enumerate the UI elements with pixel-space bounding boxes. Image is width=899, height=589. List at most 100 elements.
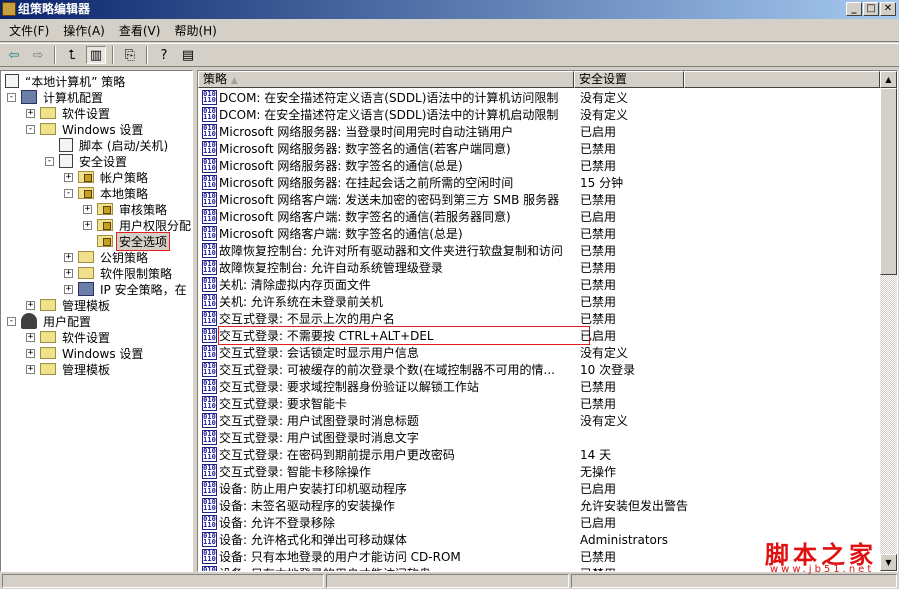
policy-icon: 010110	[202, 243, 217, 258]
action-pane-button[interactable]: ▤	[178, 46, 198, 64]
policy-icon: 010110	[202, 107, 217, 122]
column-policy-label: 策略	[203, 72, 228, 86]
tree-item[interactable]: 安全选项	[83, 231, 171, 251]
policy-icon: 010110	[202, 430, 217, 445]
tree-item-label: IP 安全策略，在	[100, 282, 187, 297]
expand-icon[interactable]: +	[83, 204, 92, 214]
tree-item[interactable]: - 计算机配置	[7, 89, 105, 105]
tree-item[interactable]: + 管理模板	[26, 361, 112, 377]
back-arrow-button[interactable]: ⇦	[4, 46, 24, 64]
expand-icon[interactable]: +	[26, 332, 35, 342]
policy-row[interactable]: 010 110 Microsoft 网络客户端: 数字签名的通信(若服务器同意) 已启…	[198, 208, 880, 225]
policy-name: 交互式登录: 不显示上次的用户名	[219, 312, 395, 326]
expand-icon[interactable]: +	[26, 300, 35, 310]
export-list-button[interactable]: ⎘	[120, 46, 140, 64]
tree-item[interactable]: “本地计算机” 策略	[5, 73, 127, 89]
close-button[interactable]: ✕	[880, 2, 896, 16]
policy-row[interactable]: 010 110 交互式登录: 不需要按 CTRL+ALT+DEL 已启用	[198, 326, 880, 345]
tree-item[interactable]: + 公钥策略	[64, 249, 150, 265]
menu-help[interactable]: 帮助(H)	[167, 22, 223, 39]
column-header-setting[interactable]: 安全设置	[574, 71, 684, 88]
minimize-button[interactable]: _	[846, 2, 862, 16]
policy-row[interactable]: 010 110 Microsoft 网络客户端: 数字签名的通信(总是) 已禁用	[198, 225, 880, 242]
tree-item[interactable]: - 安全设置	[45, 153, 129, 169]
tree-item[interactable]: + 用户权限分配	[83, 217, 192, 233]
policy-row[interactable]: 010 110 设备: 未签名驱动程序的安装操作 允许安装但发出警告	[198, 497, 880, 514]
collapse-icon[interactable]: -	[45, 156, 54, 166]
expand-icon[interactable]: +	[64, 172, 73, 182]
column-header-policy[interactable]: 策略 ▲	[198, 71, 574, 88]
policy-row[interactable]: 010 110 交互式登录: 不显示上次的用户名 已禁用	[198, 310, 880, 327]
forward-arrow-button[interactable]: ⇨	[28, 46, 48, 64]
policy-row[interactable]: 010 110 DCOM: 在安全描述符定义语言(SDDL)语法中的计算机启动限制 没…	[198, 106, 880, 123]
expand-icon[interactable]: +	[26, 364, 35, 374]
expand-icon[interactable]: +	[83, 220, 92, 230]
tree-item[interactable]: 脚本 (启动/关机)	[45, 137, 170, 153]
expand-icon[interactable]: +	[64, 284, 73, 294]
policy-icon: 010110	[202, 260, 217, 275]
tree-item[interactable]: + 软件设置	[26, 329, 112, 345]
tree-item[interactable]: + 审核策略	[83, 201, 169, 217]
policy-icon: 010110	[202, 294, 217, 309]
expand-icon[interactable]: +	[64, 268, 73, 278]
collapse-icon[interactable]: -	[7, 316, 16, 326]
tree-item[interactable]: + 软件限制策略	[64, 265, 174, 281]
collapse-icon[interactable]: -	[64, 188, 73, 198]
expand-icon[interactable]: +	[26, 108, 35, 118]
up-folder-icon: ⮤	[68, 47, 76, 63]
menu-action[interactable]: 操作(A)	[56, 22, 112, 39]
policy-name: DCOM: 在安全描述符定义语言(SDDL)语法中的计算机访问限制	[219, 91, 559, 105]
vertical-scrollbar[interactable]: ▲ ▼	[880, 71, 897, 571]
help-button[interactable]: ?	[154, 46, 174, 64]
policy-setting: 10 次登录	[580, 363, 636, 377]
tree-item[interactable]: + IP 安全策略，在	[64, 281, 189, 297]
policy-row[interactable]: 010 110 DCOM: 在安全描述符定义语言(SDDL)语法中的计算机访问限制 没…	[198, 89, 880, 106]
policy-icon: 010110	[202, 90, 217, 105]
scroll-thumb[interactable]	[880, 88, 897, 275]
policy-row[interactable]: 010 110 交互式登录: 要求域控制器身份验证以解锁工作站 已禁用	[198, 378, 880, 395]
scroll-up-button[interactable]: ▲	[880, 71, 897, 88]
policy-row[interactable]: 010 110 交互式登录: 在密码到期前提示用户更改密码 14 天	[198, 446, 880, 463]
policy-name: 交互式登录: 智能卡移除操作	[219, 465, 371, 479]
tree-item[interactable]: - 本地策略	[64, 185, 150, 201]
expand-icon[interactable]: +	[64, 252, 73, 262]
policy-row[interactable]: 010 110 交互式登录: 用户试图登录时消息标题 没有定义	[198, 412, 880, 429]
policy-name: 设备: 只有本地登录的用户才能访问软盘	[219, 565, 589, 571]
tree-item[interactable]: + Windows 设置	[26, 345, 145, 361]
scroll-down-button[interactable]: ▼	[880, 554, 897, 571]
policy-row[interactable]: 010 110 交互式登录: 智能卡移除操作 无操作	[198, 463, 880, 480]
policy-row[interactable]: 010 110 Microsoft 网络客户端: 发送未加密的密码到第三方 SMB …	[198, 191, 880, 208]
show-tree-button[interactable]: ▥	[86, 46, 106, 64]
policy-row[interactable]: 010 110 设备: 防止用户安装打印机驱动程序 已启用	[198, 480, 880, 497]
policy-row[interactable]: 010 110 Microsoft 网络服务器: 数字签名的通信(总是) 已禁用	[198, 157, 880, 174]
policy-row[interactable]: 010 110 交互式登录: 会话锁定时显示用户信息 没有定义	[198, 344, 880, 361]
menu-file[interactable]: 文件(F)	[2, 22, 56, 39]
up-folder-button[interactable]: ⮤	[62, 46, 82, 64]
policy-row[interactable]: 010 110 关机: 清除虚拟内存页面文件 已禁用	[198, 276, 880, 293]
folder-icon	[40, 331, 56, 343]
collapse-icon[interactable]: -	[7, 92, 16, 102]
tree-item[interactable]: + 软件设置	[26, 105, 112, 121]
policy-row[interactable]: 010 110 交互式登录: 可被缓存的前次登录个数(在域控制器不可用的情... 10…	[198, 361, 880, 378]
expand-icon[interactable]: +	[26, 348, 35, 358]
policy-row[interactable]: 010 110 Microsoft 网络服务器: 当登录时间用完时自动注销用户 已启用	[198, 123, 880, 140]
policy-row[interactable]: 010 110 Microsoft 网络服务器: 数字签名的通信(若客户端同意) 已禁…	[198, 140, 880, 157]
policy-row[interactable]: 010 110 Microsoft 网络服务器: 在挂起会话之前所需的空闲时间 15 …	[198, 174, 880, 191]
tree-item[interactable]: + 管理模板	[26, 297, 112, 313]
policy-row[interactable]: 010 110 交互式登录: 要求智能卡 已禁用	[198, 395, 880, 412]
policy-row[interactable]: 010 110 故障恢复控制台: 允许对所有驱动器和文件夹进行软盘复制和访问 已禁用	[198, 242, 880, 259]
policy-icon: 010110	[202, 515, 217, 530]
maximize-button[interactable]: □	[863, 2, 879, 16]
collapse-icon[interactable]: -	[26, 124, 35, 134]
menu-view[interactable]: 查看(V)	[112, 22, 168, 39]
policy-row[interactable]: 010 110 交互式登录: 用户试图登录时消息文字	[198, 429, 880, 446]
policy-row[interactable]: 010 110 故障恢复控制台: 允许自动系统管理级登录 已禁用	[198, 259, 880, 276]
tree-item[interactable]: - Windows 设置	[26, 121, 145, 137]
tree-item-label: 脚本 (启动/关机)	[79, 138, 169, 153]
policy-name: Microsoft 网络服务器: 数字签名的通信(若客户端同意)	[219, 142, 511, 156]
policy-row[interactable]: 010 110 关机: 允许系统在未登录前关机 已禁用	[198, 293, 880, 310]
sort-ascending-icon: ▲	[230, 76, 238, 86]
tree-item[interactable]: + 帐户策略	[64, 169, 150, 185]
policy-row[interactable]: 010 110 设备: 允许不登录移除 已启用	[198, 514, 880, 531]
tree-item[interactable]: - 用户配置	[7, 313, 93, 329]
